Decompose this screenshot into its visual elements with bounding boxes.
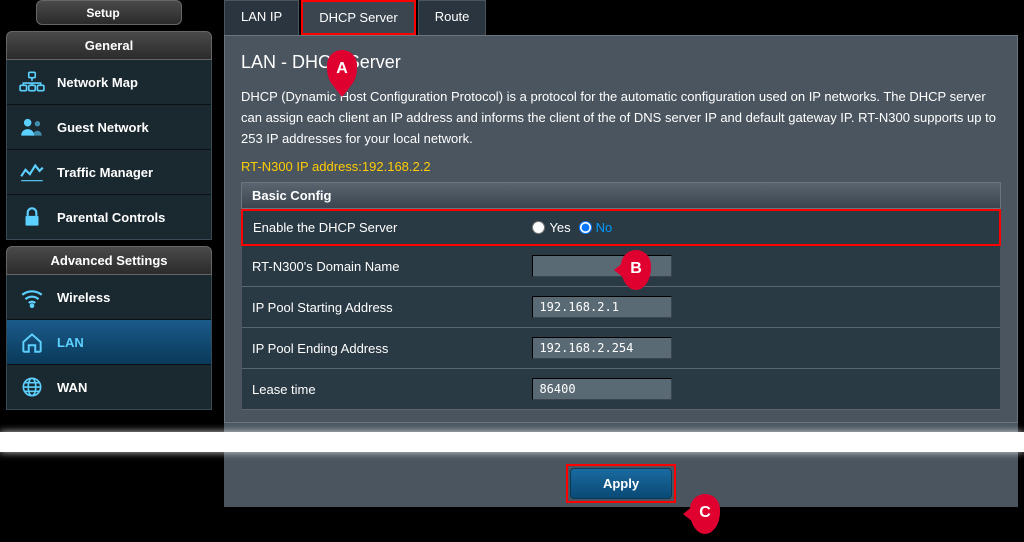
setup-label: Setup <box>86 6 119 20</box>
tabs: LAN IP DHCP Server Route <box>224 0 1018 35</box>
setup-button[interactable]: Setup <box>36 0 182 25</box>
advanced-section: Wireless LAN WAN <box>6 275 212 410</box>
apply-button[interactable]: Apply <box>570 468 672 499</box>
globe-icon <box>19 376 45 398</box>
guest-network-icon <box>19 116 45 138</box>
home-icon <box>19 331 45 353</box>
sidebar-item-network-map[interactable]: Network Map <box>7 60 211 105</box>
separator-bar <box>0 432 1024 452</box>
apply-row: Apply <box>224 454 1018 507</box>
sidebar: Setup General Network Map Guest Network <box>0 0 218 542</box>
row-pool-end: IP Pool Ending Address <box>242 328 1000 369</box>
radio-yes[interactable] <box>532 221 545 234</box>
router-ip-address: RT-N300 IP address:192.168.2.2 <box>241 159 1001 174</box>
enable-dhcp-label: Enable the DHCP Server <box>242 210 522 245</box>
wifi-icon <box>19 286 45 308</box>
radio-no[interactable] <box>579 221 592 234</box>
network-map-icon <box>19 71 45 93</box>
lease-time-label: Lease time <box>242 369 522 410</box>
sidebar-item-wan[interactable]: WAN <box>7 365 211 409</box>
nav-label: Parental Controls <box>57 210 165 225</box>
lease-time-input[interactable] <box>532 378 672 400</box>
nav-label: Traffic Manager <box>57 165 153 180</box>
basic-config-header: Basic Config <box>241 182 1001 209</box>
domain-name-input[interactable] <box>532 255 672 277</box>
sidebar-item-traffic-manager[interactable]: Traffic Manager <box>7 150 211 195</box>
sidebar-item-lan[interactable]: LAN <box>7 320 211 365</box>
pool-end-label: IP Pool Ending Address <box>242 328 522 369</box>
lock-icon <box>19 206 45 228</box>
pool-start-input[interactable] <box>532 296 672 318</box>
nav-label: Network Map <box>57 75 138 90</box>
row-pool-start: IP Pool Starting Address <box>242 287 1000 328</box>
radio-yes-label[interactable]: Yes <box>532 220 570 235</box>
sidebar-item-parental-controls[interactable]: Parental Controls <box>7 195 211 239</box>
radio-no-label[interactable]: No <box>579 220 613 235</box>
row-enable-dhcp: Enable the DHCP Server Yes No <box>242 210 1000 245</box>
advanced-header: Advanced Settings <box>6 246 212 275</box>
nav-label: Guest Network <box>57 120 149 135</box>
pool-start-label: IP Pool Starting Address <box>242 287 522 328</box>
tab-lan-ip[interactable]: LAN IP <box>224 0 299 35</box>
nav-label: WAN <box>57 380 87 395</box>
general-section: Network Map Guest Network Traffic Manage… <box>6 60 212 240</box>
nav-label: Wireless <box>57 290 110 305</box>
nav-label: LAN <box>57 335 84 350</box>
page-description: DHCP (Dynamic Host Configuration Protoco… <box>241 87 1001 149</box>
row-lease-time: Lease time <box>242 369 1000 410</box>
pool-end-input[interactable] <box>532 337 672 359</box>
traffic-manager-icon <box>19 161 45 183</box>
general-header: General <box>6 31 212 60</box>
tab-route[interactable]: Route <box>418 0 487 35</box>
domain-name-label: RT-N300's Domain Name <box>242 245 522 287</box>
config-table: Enable the DHCP Server Yes No <box>241 209 1001 410</box>
tab-dhcp-server[interactable]: DHCP Server <box>301 0 416 35</box>
enable-dhcp-radio-group: Yes No <box>532 220 939 235</box>
sidebar-item-wireless[interactable]: Wireless <box>7 275 211 320</box>
sidebar-item-guest-network[interactable]: Guest Network <box>7 105 211 150</box>
